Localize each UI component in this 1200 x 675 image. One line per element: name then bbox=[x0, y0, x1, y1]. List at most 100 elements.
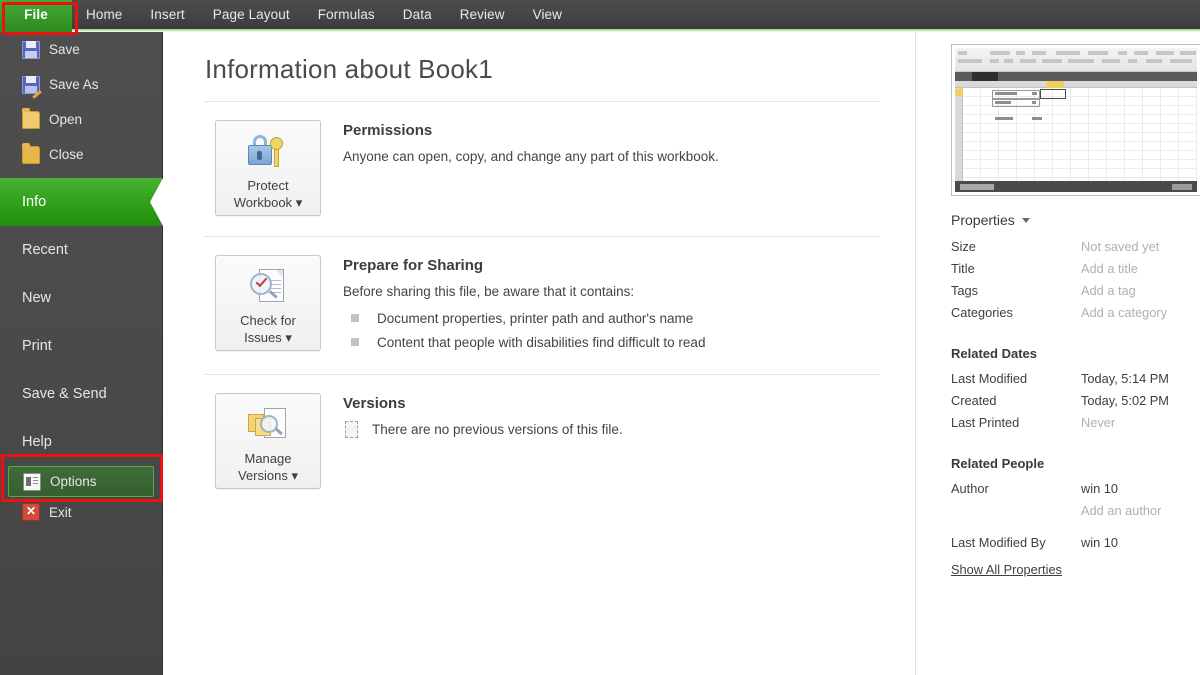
property-value[interactable]: Not saved yet bbox=[1081, 236, 1159, 258]
sidebar-item-recent-label: Recent bbox=[22, 242, 68, 258]
property-key: Last Modified bbox=[951, 371, 1028, 386]
sidebar-item-help-label: Help bbox=[22, 434, 52, 450]
sidebar-item-print[interactable]: Print bbox=[0, 322, 162, 370]
prepare-for-sharing-body: Prepare for Sharing Before sharing this … bbox=[321, 255, 705, 354]
sidebar-item-new-label: New bbox=[22, 290, 52, 306]
protect-workbook-caption: Protect Workbook ▾ bbox=[234, 177, 302, 211]
chevron-down-icon: ▾ bbox=[285, 330, 292, 345]
manage-versions-button[interactable]: Manage Versions ▾ bbox=[215, 393, 321, 489]
sidebar-item-save-and-send[interactable]: Save & Send bbox=[0, 370, 162, 418]
property-key bbox=[951, 500, 1081, 522]
tab-formulas-label: Formulas bbox=[317, 7, 375, 22]
property-row-size: Size Not saved yet bbox=[951, 236, 1200, 258]
versions-body: Versions There are no previous versions … bbox=[321, 393, 623, 489]
show-all-properties-link[interactable]: Show All Properties bbox=[951, 562, 1062, 577]
tab-review-label: Review bbox=[459, 7, 505, 22]
tab-view[interactable]: View bbox=[519, 0, 576, 29]
property-row-add-author: Add an author bbox=[951, 500, 1200, 522]
tab-review[interactable]: Review bbox=[446, 0, 519, 29]
sidebar-item-exit-label: Exit bbox=[49, 504, 72, 520]
lock-and-key-icon bbox=[246, 131, 290, 173]
sidebar-item-open[interactable]: Open bbox=[0, 102, 162, 137]
manage-versions-caption-line1: Manage bbox=[244, 451, 292, 466]
property-key: Created bbox=[951, 393, 997, 408]
sidebar-item-save[interactable]: Save bbox=[0, 32, 162, 67]
property-row-author: Author win 10 bbox=[951, 478, 1200, 500]
property-key: Tags bbox=[951, 283, 979, 298]
protect-workbook-button[interactable]: Protect Workbook ▾ bbox=[215, 120, 321, 216]
manage-versions-icon bbox=[246, 404, 290, 446]
property-row-title: Title Add a title bbox=[951, 258, 1200, 280]
sidebar-item-save-as-label: Save As bbox=[49, 77, 99, 92]
prepare-for-sharing-title: Prepare for Sharing bbox=[343, 257, 484, 274]
sidebar-item-options-label: Options bbox=[50, 474, 97, 489]
property-row-categories: Categories Add a category bbox=[951, 302, 1200, 324]
check-for-issues-caption: Check for Issues ▾ bbox=[240, 312, 296, 346]
sidebar-item-open-label: Open bbox=[49, 112, 83, 127]
sidebar-item-options[interactable]: Options bbox=[8, 466, 154, 497]
tab-home-label: Home bbox=[86, 7, 123, 22]
section-versions: Manage Versions ▾ Versions There are no … bbox=[205, 375, 880, 509]
property-row-created: Created Today, 5:02 PM bbox=[951, 390, 1200, 412]
open-folder-icon bbox=[22, 107, 40, 129]
versions-text: There are no previous versions of this f… bbox=[372, 422, 623, 437]
tab-formulas[interactable]: Formulas bbox=[304, 0, 389, 29]
property-value: Never bbox=[1081, 415, 1116, 430]
version-page-icon bbox=[343, 420, 360, 439]
check-for-issues-caption-line2: Issues bbox=[244, 330, 282, 345]
property-value[interactable]: Add a category bbox=[1081, 302, 1167, 324]
floppy-disk-icon bbox=[22, 40, 40, 59]
tab-page-layout-label: Page Layout bbox=[212, 7, 290, 22]
ribbon-tab-strip: File Home Insert Page Layout Formulas Da… bbox=[0, 0, 1200, 29]
property-key: Author bbox=[951, 481, 989, 496]
add-author-field[interactable]: Add an author bbox=[1081, 500, 1161, 522]
tab-insert[interactable]: Insert bbox=[136, 0, 198, 29]
sidebar-item-new[interactable]: New bbox=[0, 274, 162, 322]
permissions-body: Permissions Anyone can open, copy, and c… bbox=[321, 120, 719, 216]
permissions-title: Permissions bbox=[343, 122, 433, 139]
prepare-for-sharing-bullets: Document properties, printer path and au… bbox=[343, 306, 705, 354]
tab-home[interactable]: Home bbox=[72, 0, 136, 29]
pencil-icon bbox=[32, 89, 42, 99]
bullet-square-icon bbox=[351, 338, 359, 346]
tab-insert-label: Insert bbox=[150, 7, 185, 22]
sidebar-item-print-label: Print bbox=[22, 338, 52, 354]
manage-versions-caption-line2: Versions bbox=[237, 468, 288, 483]
excel-backstage-window: File Home Insert Page Layout Formulas Da… bbox=[0, 0, 1200, 675]
property-key: Title bbox=[951, 261, 975, 276]
properties-header-label: Properties bbox=[951, 212, 1015, 228]
document-inspector-icon bbox=[246, 266, 290, 308]
sidebar-item-help[interactable]: Help bbox=[0, 418, 162, 466]
sidebar-item-info[interactable]: Info bbox=[0, 178, 163, 226]
sidebar-item-exit[interactable]: ✕ Exit bbox=[0, 497, 162, 527]
chevron-down-icon: ▾ bbox=[295, 195, 303, 210]
sidebar-item-save-and-send-label: Save & Send bbox=[22, 386, 107, 402]
tab-page-layout[interactable]: Page Layout bbox=[199, 0, 304, 29]
property-row-last-printed: Last Printed Never bbox=[951, 412, 1200, 434]
properties-panel: Properties Size Not saved yet Title Add … bbox=[915, 32, 1200, 675]
property-row-last-modified: Last Modified Today, 5:14 PM bbox=[951, 368, 1200, 390]
tab-data[interactable]: Data bbox=[389, 0, 446, 29]
related-dates-header: Related Dates bbox=[951, 346, 1037, 361]
sidebar-item-close-label: Close bbox=[49, 147, 84, 162]
tab-file[interactable]: File bbox=[0, 0, 72, 29]
properties-header[interactable]: Properties bbox=[951, 212, 1200, 228]
related-people-header: Related People bbox=[951, 456, 1045, 471]
options-document-icon bbox=[23, 472, 41, 491]
protect-workbook-caption-line2: Workbook bbox=[233, 195, 293, 210]
sidebar-item-save-as[interactable]: Save As bbox=[0, 67, 162, 102]
tab-data-label: Data bbox=[402, 7, 432, 22]
list-item: Document properties, printer path and au… bbox=[343, 306, 705, 330]
sidebar-item-info-label: Info bbox=[22, 194, 47, 210]
sidebar-item-recent[interactable]: Recent bbox=[0, 226, 162, 274]
versions-row: There are no previous versions of this f… bbox=[343, 419, 623, 440]
manage-versions-caption: Manage Versions ▾ bbox=[238, 450, 298, 484]
property-value[interactable]: Add a tag bbox=[1081, 280, 1136, 302]
list-item: Content that people with disabilities fi… bbox=[343, 330, 705, 354]
tab-view-label: View bbox=[532, 7, 562, 22]
check-for-issues-button[interactable]: Check for Issues ▾ bbox=[215, 255, 321, 351]
backstage-sidebar: Save Save As Open Close Info Recent New … bbox=[0, 32, 163, 675]
property-value[interactable]: Add a title bbox=[1081, 258, 1138, 280]
sidebar-item-close[interactable]: Close bbox=[0, 137, 162, 172]
tab-file-label: File bbox=[24, 7, 48, 22]
